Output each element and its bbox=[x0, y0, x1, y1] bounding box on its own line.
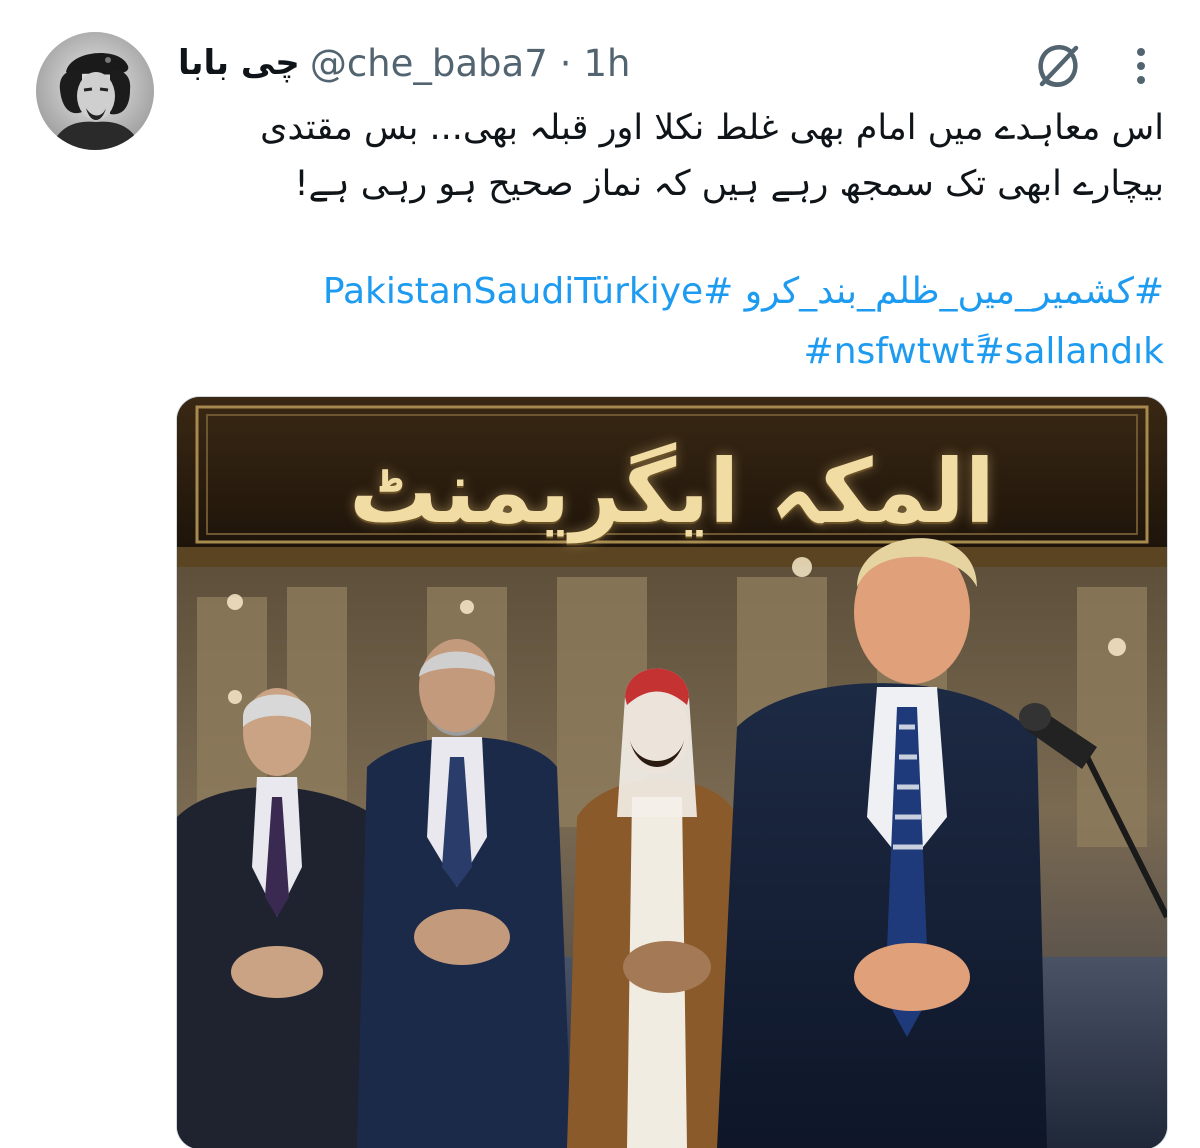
tweet-text-line: اس معاہدے میں امام بھی غلط نکلا اور قبلہ… bbox=[260, 108, 1164, 148]
tweet-timestamp[interactable]: 1h bbox=[584, 42, 631, 85]
tweet-media-image[interactable]: المکہ ایگریمنٹ bbox=[176, 396, 1168, 1148]
tweet-header: چی بابا @che_baba7 · 1h bbox=[178, 38, 631, 88]
tweet-card: چی بابا @che_baba7 · 1h اس معاہدے میں ام… bbox=[0, 0, 1200, 1148]
separator-dot: · bbox=[559, 41, 572, 85]
tweet-text: اس معاہدے میں امام بھی غلط نکلا اور قبلہ… bbox=[164, 100, 1164, 212]
hashtag-link[interactable]: #کشمیر_میں_ظلم_بند_کرو bbox=[745, 271, 1164, 312]
more-options-icon[interactable] bbox=[1126, 40, 1156, 92]
avatar[interactable] bbox=[36, 32, 154, 150]
author-display-name[interactable]: چی بابا bbox=[178, 43, 300, 83]
hashtags: PakistanSaudiTürkiye# #کشمیر_میں_ظلم_بند… bbox=[164, 262, 1164, 382]
profile-photo-icon bbox=[36, 32, 154, 150]
hashtag-line: PakistanSaudiTürkiye# #کشمیر_میں_ظلم_بند… bbox=[164, 262, 1164, 322]
hashtag-link[interactable]: #sallandık bbox=[974, 331, 1164, 372]
tweet-text-line: بیچارے ابھی تک سمجھ رہے ہیں کہ نماز صحیح… bbox=[294, 164, 1164, 204]
author-handle[interactable]: @che_baba7 bbox=[310, 42, 548, 85]
media-banner-text: المکہ ایگریمنٹ bbox=[349, 440, 995, 543]
hashtag-line: #nsfwtwtً#sallandık bbox=[164, 322, 1164, 382]
grok-icon[interactable] bbox=[1032, 40, 1084, 92]
hashtag-link[interactable]: PakistanSaudiTürkiye# bbox=[323, 271, 733, 312]
hashtag-link[interactable]: #nsfwtwtً bbox=[804, 331, 975, 372]
